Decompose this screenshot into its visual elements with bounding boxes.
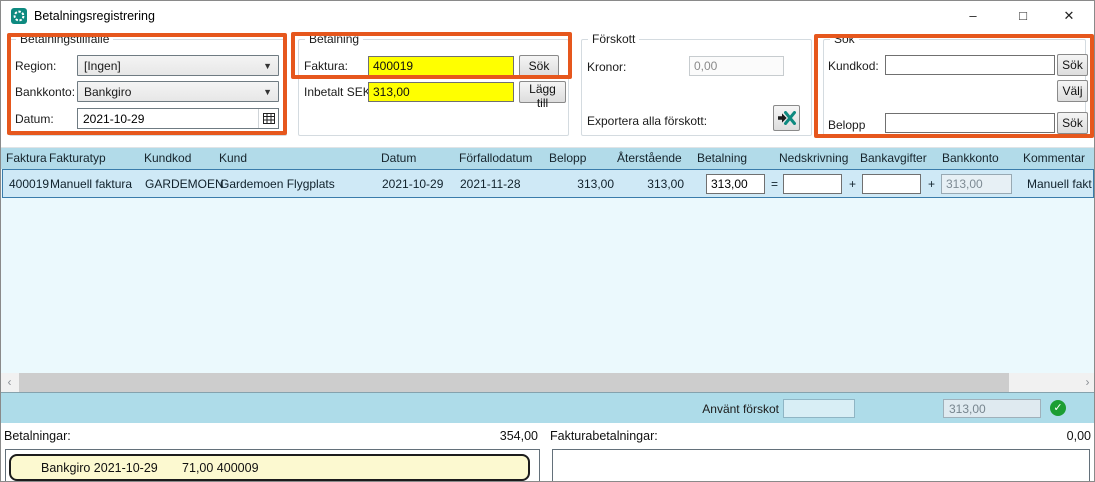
anvant-forskott-label: Använt förskot bbox=[661, 402, 779, 416]
excel-export-icon bbox=[778, 111, 796, 125]
column-header-belopp[interactable]: Belopp bbox=[549, 151, 586, 165]
app-icon-glyph bbox=[12, 9, 26, 23]
minimize-button[interactable]: – bbox=[950, 1, 996, 31]
betalningar-list-item[interactable]: Bankgiro 2021-10-29 71,00 400009 bbox=[9, 454, 530, 481]
lagg-till-button[interactable]: Lägg till bbox=[519, 81, 566, 103]
row-forfallodatum: 2021-11-28 bbox=[460, 177, 521, 191]
anvant-forskott-input bbox=[783, 399, 855, 418]
table-header-row: Faktura Fakturatyp Kundkod Kund Datum Fö… bbox=[1, 148, 1095, 169]
horizontal-scrollbar[interactable]: ‹ › bbox=[1, 373, 1095, 392]
close-button[interactable]: ✕ bbox=[1046, 1, 1092, 31]
column-header-bankavgifter[interactable]: Bankavgifter bbox=[860, 151, 927, 165]
column-header-aterstaende[interactable]: Återstående bbox=[617, 151, 682, 165]
chevron-down-icon: ▼ bbox=[263, 87, 272, 97]
betalning-title: Betalning bbox=[305, 32, 363, 46]
row-datum: 2021-10-29 bbox=[382, 177, 443, 191]
row-bankkonto-input bbox=[941, 174, 1012, 194]
anvant-forskott-bar: Använt förskot ✓ bbox=[1, 392, 1095, 423]
kundkod-sok-button[interactable]: Sök bbox=[1057, 54, 1088, 76]
anvant-forskott-amount bbox=[943, 399, 1041, 418]
column-header-datum[interactable]: Datum bbox=[381, 151, 416, 165]
kronor-input bbox=[689, 56, 784, 76]
scrollbar-thumb[interactable] bbox=[19, 373, 1009, 392]
bankkonto-select[interactable]: Bankgiro ▼ bbox=[77, 81, 279, 102]
row-nedskrivning-input[interactable] bbox=[783, 174, 842, 194]
row-faktura: 400019 bbox=[9, 177, 49, 191]
app-icon bbox=[11, 8, 27, 24]
faktura-input[interactable] bbox=[368, 56, 514, 76]
column-header-faktura[interactable]: Faktura bbox=[6, 151, 47, 165]
datum-label: Datum: bbox=[15, 112, 54, 126]
titlebar: Betalningsregistrering – □ ✕ bbox=[1, 1, 1094, 31]
window-title: Betalningsregistrering bbox=[34, 9, 155, 23]
row-kund: Gardemoen Flygplats bbox=[220, 177, 335, 191]
belopp-label: Belopp bbox=[828, 118, 865, 132]
faktura-label: Faktura: bbox=[304, 59, 348, 73]
equals-sign: = bbox=[771, 177, 778, 191]
exportera-label: Exportera alla förskott: bbox=[587, 114, 707, 128]
region-label: Region: bbox=[15, 59, 56, 73]
column-header-fakturatyp[interactable]: Fakturatyp bbox=[49, 151, 106, 165]
row-kommentar: Manuell fakt bbox=[1027, 177, 1092, 191]
inbetalt-label: Inbetalt SEK: bbox=[304, 85, 374, 99]
region-value: [Ingen] bbox=[84, 59, 263, 73]
scroll-right-icon[interactable]: › bbox=[1079, 373, 1095, 392]
kundkod-label: Kundkod: bbox=[828, 59, 879, 73]
column-header-bankkonto[interactable]: Bankkonto bbox=[942, 151, 999, 165]
row-aterstaende: 313,00 bbox=[618, 177, 684, 191]
column-header-betalning[interactable]: Betalning bbox=[697, 151, 747, 165]
betalningar-label: Betalningar: bbox=[4, 429, 71, 443]
column-header-forfallodatum[interactable]: Förfallodatum bbox=[459, 151, 532, 165]
column-header-kommentar[interactable]: Kommentar bbox=[1023, 151, 1085, 165]
betalningstillfalle-title: Betalningstillfälle bbox=[16, 32, 113, 46]
row-kundkod: GARDEMOEN bbox=[145, 177, 224, 191]
invoice-row[interactable]: 400019 Manuell faktura GARDEMOEN Gardemo… bbox=[2, 169, 1094, 198]
success-check-icon: ✓ bbox=[1050, 400, 1066, 416]
invoice-table: Faktura Fakturatyp Kundkod Kund Datum Fö… bbox=[1, 147, 1095, 373]
bankkonto-value: Bankgiro bbox=[84, 85, 263, 99]
faktura-sok-button[interactable]: Sök bbox=[519, 55, 559, 77]
datum-input[interactable] bbox=[78, 109, 258, 128]
betalningar-total: 354,00 bbox=[438, 429, 538, 443]
fakturabetalningar-label: Fakturabetalningar: bbox=[550, 429, 658, 443]
valj-button[interactable]: Välj bbox=[1057, 80, 1088, 102]
inbetalt-input[interactable] bbox=[368, 82, 514, 102]
row-fakturatyp: Manuell faktura bbox=[50, 177, 132, 191]
betalningar-item-text: Bankgiro 2021-10-29 71,00 400009 bbox=[41, 461, 259, 475]
forskott-title: Förskott bbox=[588, 32, 639, 46]
row-belopp: 313,00 bbox=[550, 177, 614, 191]
fakturabetalningar-listbox bbox=[552, 449, 1090, 482]
column-header-kund[interactable]: Kund bbox=[219, 151, 247, 165]
belopp-input[interactable] bbox=[885, 113, 1055, 133]
bankkonto-label: Bankkonto: bbox=[15, 85, 75, 99]
plus-sign-2: + bbox=[928, 177, 935, 191]
kronor-label: Kronor: bbox=[587, 60, 626, 74]
calendar-grid-glyph bbox=[263, 113, 275, 124]
calendar-icon[interactable] bbox=[258, 109, 278, 128]
column-header-kundkod[interactable]: Kundkod bbox=[144, 151, 191, 165]
row-bankavgifter-input[interactable] bbox=[862, 174, 921, 194]
row-betalning-input[interactable] bbox=[706, 174, 765, 194]
export-excel-button[interactable] bbox=[773, 105, 800, 131]
maximize-button[interactable]: □ bbox=[1000, 1, 1046, 31]
region-select[interactable]: [Ingen] ▼ bbox=[77, 55, 279, 76]
kundkod-input[interactable] bbox=[885, 55, 1055, 75]
belopp-sok-button[interactable]: Sök bbox=[1057, 112, 1088, 134]
plus-sign-1: + bbox=[849, 177, 856, 191]
datum-field bbox=[77, 108, 279, 129]
chevron-down-icon: ▼ bbox=[263, 61, 272, 71]
scroll-left-icon[interactable]: ‹ bbox=[1, 373, 18, 392]
betalningsregistrering-window: Betalningsregistrering – □ ✕ Betalningst… bbox=[0, 0, 1095, 482]
sok-title: Sök bbox=[830, 32, 859, 46]
column-header-nedskrivning[interactable]: Nedskrivning bbox=[779, 151, 848, 165]
fakturabetalningar-total: 0,00 bbox=[991, 429, 1091, 443]
